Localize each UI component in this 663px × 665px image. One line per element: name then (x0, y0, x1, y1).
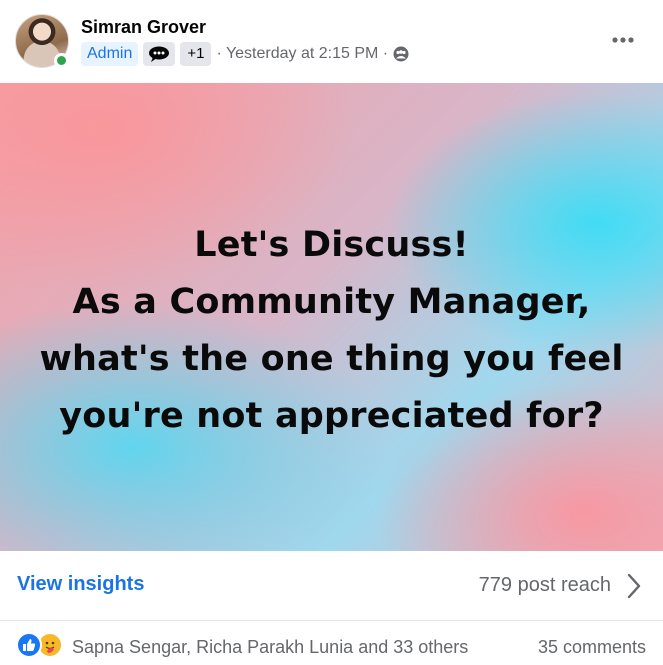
chevron-right-icon[interactable] (624, 573, 644, 599)
post-text-line: you're not appreciated for? (59, 396, 604, 436)
conversation-starter-badge[interactable] (143, 42, 176, 66)
more-options-button[interactable] (605, 22, 641, 58)
reaction-icons[interactable] (16, 632, 68, 658)
post-header: Simran Grover Admin +1 · Yesterday at 2:… (0, 0, 663, 83)
post-timestamp[interactable]: · Yesterday at 2:15 PM · (216, 45, 388, 63)
post-reach[interactable]: 779 post reach (479, 574, 611, 597)
post-meta: Admin +1 · Yesterday at 2:15 PM · (81, 42, 409, 66)
comments-count[interactable]: 35 comments (538, 637, 646, 658)
reactions-row: Sapna Sengar, Richa Parakh Lunia and 33 … (0, 628, 663, 665)
group-icon[interactable] (393, 46, 409, 62)
like-icon (16, 632, 42, 658)
online-status-indicator (54, 53, 69, 68)
post-text-line: what's the one thing you feel (39, 339, 624, 379)
speech-bubble-icon (149, 46, 170, 62)
more-badges[interactable]: +1 (180, 42, 212, 66)
post-background-card[interactable]: Let's Discuss! As a Community Manager, w… (0, 83, 663, 551)
author-name[interactable]: Simran Grover (81, 17, 206, 38)
post-text-line: Let's Discuss! (194, 225, 469, 265)
more-horizontal-icon (612, 37, 634, 43)
reactors-summary[interactable]: Sapna Sengar, Richa Parakh Lunia and 33 … (72, 637, 468, 658)
view-insights-link[interactable]: View insights (17, 573, 144, 596)
admin-badge[interactable]: Admin (81, 42, 139, 66)
post-text: Let's Discuss! As a Community Manager, w… (0, 217, 663, 445)
post-text-line: As a Community Manager, (72, 282, 591, 322)
insights-row: View insights 779 post reach (0, 551, 663, 621)
